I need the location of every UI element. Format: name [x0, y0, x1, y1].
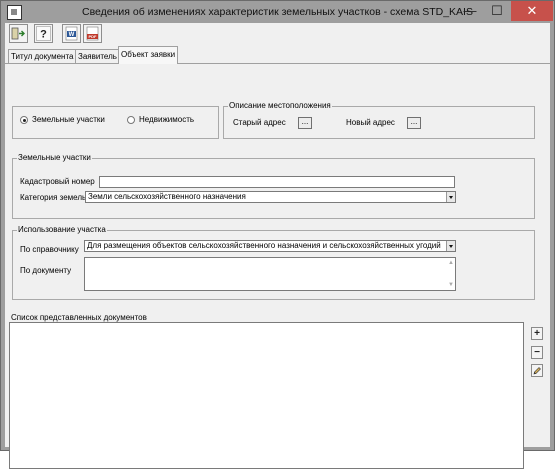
edit-document-button[interactable] — [531, 364, 543, 377]
toolbar: ? W PDF — [5, 23, 550, 45]
maximize-button[interactable]: ☐ — [484, 1, 510, 21]
chevron-down-icon[interactable] — [446, 192, 455, 202]
close-button[interactable]: ✕ — [511, 1, 553, 21]
radio-land-plots[interactable] — [20, 116, 28, 124]
minimize-button[interactable]: — — [456, 1, 484, 21]
scroll-up-icon[interactable]: ▲ — [448, 260, 454, 266]
by-document-label: По документу — [20, 266, 72, 275]
help-button[interactable]: ? — [34, 24, 53, 43]
cadastral-number-label: Кадастровый номер — [20, 177, 95, 186]
documents-list[interactable] — [9, 322, 524, 469]
radio-land-plots-label[interactable]: Земельные участки — [32, 115, 105, 125]
minus-icon: − — [534, 347, 540, 358]
help-icon: ? — [36, 26, 51, 41]
remove-document-button[interactable]: − — [531, 346, 543, 359]
old-address-button[interactable]: ... — [298, 117, 312, 129]
land-plots-group: Земельные участки Кадастровый номер Кате… — [12, 153, 535, 219]
tab-applicant[interactable]: Заявитель — [75, 49, 120, 63]
tab-panel: Земельные участки Недвижимость Описание … — [7, 64, 548, 469]
new-address-label: Новый адрес — [346, 118, 395, 127]
radio-real-estate-label[interactable]: Недвижимость — [139, 115, 194, 125]
usage-group-title: Использование участка — [17, 225, 107, 235]
cadastral-number-input[interactable] — [99, 176, 455, 188]
client-area: ? W PDF Титул документа Заявитель Объект… — [5, 23, 550, 469]
tab-request-object[interactable]: Объект заявки — [118, 46, 179, 64]
svg-text:W: W — [69, 32, 75, 38]
old-address-label: Старый адрес — [233, 118, 286, 127]
usage-group: Использование участка По справочнику Для… — [12, 225, 535, 300]
location-group-title: Описание местоположения — [228, 101, 332, 111]
exit-icon — [11, 27, 25, 40]
location-group: Описание местоположения Старый адрес ...… — [223, 101, 535, 139]
scroll-down-icon[interactable]: ▼ — [448, 282, 454, 288]
pdf-icon: PDF — [86, 26, 99, 41]
by-document-input[interactable]: ▲ ▼ — [84, 257, 456, 291]
land-category-select[interactable]: Земли сельскохозяйственного назначения — [85, 191, 456, 203]
application-window: Сведения об изменениях характеристик зем… — [0, 0, 555, 469]
land-plots-group-title: Земельные участки — [17, 153, 92, 163]
by-document-scrollbar[interactable]: ▲ ▼ — [447, 258, 455, 290]
plus-icon: + — [534, 328, 540, 339]
svg-text:?: ? — [40, 29, 47, 41]
land-category-value: Земли сельскохозяйственного назначения — [88, 192, 246, 201]
svg-text:PDF: PDF — [89, 34, 98, 39]
object-type-group: Земельные участки Недвижимость — [12, 106, 219, 139]
export-word-button[interactable]: W — [62, 24, 81, 43]
exit-button[interactable] — [9, 24, 28, 43]
by-reference-label: По справочнику — [20, 245, 79, 254]
tab-strip: Титул документа Заявитель Объект заявки — [5, 45, 550, 64]
title-bar[interactable]: Сведения об изменениях характеристик зем… — [1, 1, 554, 23]
tab-document-title[interactable]: Титул документа — [8, 49, 77, 63]
pencil-icon — [533, 367, 541, 375]
add-document-button[interactable]: + — [531, 327, 543, 340]
export-pdf-button[interactable]: PDF — [83, 24, 102, 43]
new-address-button[interactable]: ... — [407, 117, 421, 129]
chevron-down-icon[interactable] — [446, 241, 455, 251]
word-icon: W — [65, 26, 78, 41]
land-category-label: Категория земель — [20, 193, 87, 202]
by-reference-select[interactable]: Для размещения объектов сельскохозяйстве… — [84, 240, 456, 252]
by-reference-value: Для размещения объектов сельскохозяйстве… — [87, 241, 441, 250]
radio-real-estate[interactable] — [127, 116, 135, 124]
